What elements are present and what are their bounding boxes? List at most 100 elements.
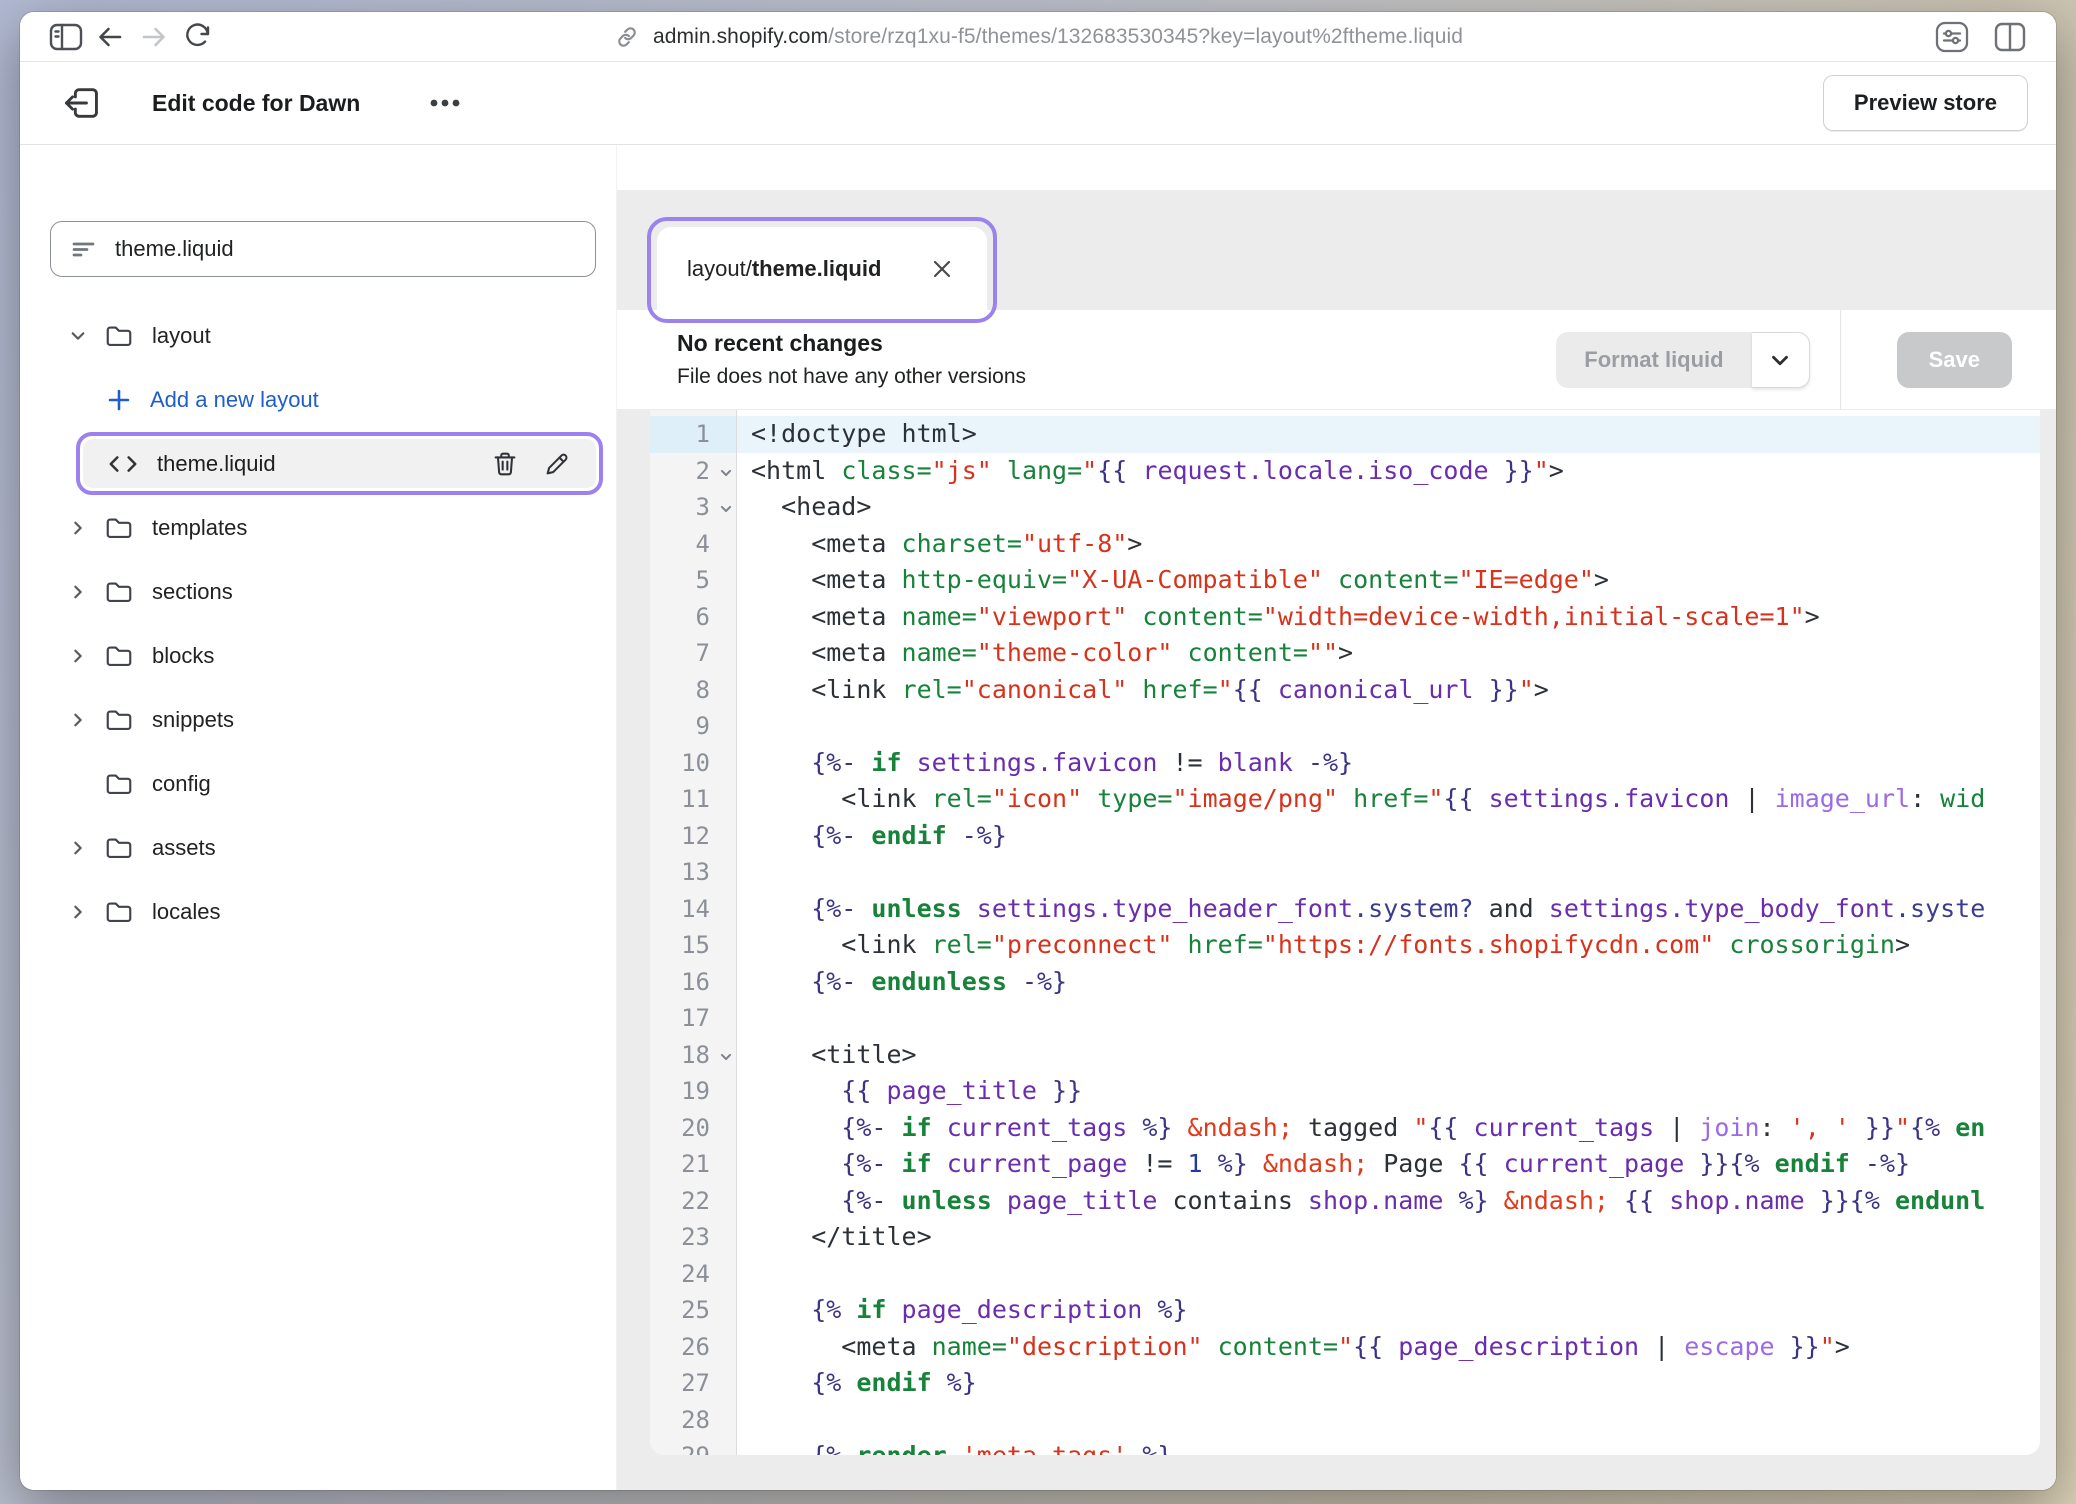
address-bar[interactable]: admin.shopify.com/store/rzq1xu-f5/themes… [20,12,2056,61]
code-line[interactable] [751,1000,2040,1037]
format-dropdown-arrow[interactable] [1752,332,1810,388]
code-line[interactable]: <title> [751,1037,2040,1074]
code-line[interactable]: {%- endif -%} [751,818,2040,855]
code-line[interactable]: {% if page_description %} [751,1292,2040,1329]
code-line[interactable]: <meta charset="utf-8"> [751,526,2040,563]
line-number: 18 [650,1037,736,1074]
line-number: 16 [650,964,736,1001]
page-settings-icon[interactable] [1930,17,1974,57]
code-line[interactable]: {% endif %} [751,1365,2040,1402]
sidebar-item-label: assets [152,835,216,861]
code-line[interactable]: <meta name="viewport" content="width=dev… [751,599,2040,636]
line-number: 19 [650,1073,736,1110]
plus-icon [106,387,132,413]
code-line[interactable]: {{ page_title }} [751,1073,2040,1110]
reload-icon[interactable] [176,17,220,57]
chevron-down-icon[interactable] [66,324,90,348]
chevron-right-icon[interactable] [66,900,90,924]
file-sidebar: layout Add a new layout theme.liquid [20,145,617,1490]
more-menu-button[interactable] [420,83,474,123]
sidebar-item-templates[interactable]: templates [50,503,596,552]
line-number: 8 [650,672,736,709]
chevron-right-icon[interactable] [66,836,90,860]
code-line[interactable] [751,1256,2040,1293]
code-line[interactable]: <html class="js" lang="{{ request.locale… [751,453,2040,490]
chevron-right-icon[interactable] [66,516,90,540]
url-path: /store/rzq1xu-f5/themes/132683530345?key… [828,25,1463,48]
code-line[interactable]: <meta name="theme-color" content=""> [751,635,2040,672]
file-name-label: theme.liquid [157,451,276,477]
code-line[interactable]: <link rel="canonical" href="{{ canonical… [751,672,2040,709]
exit-icon[interactable] [60,81,104,125]
code-line[interactable]: <meta http-equiv="X-UA-Compatible" conte… [751,562,2040,599]
add-layout-label: Add a new layout [150,387,319,413]
sidebar-item-locales[interactable]: locales [50,887,596,936]
code-line[interactable] [751,854,2040,891]
format-liquid-label[interactable]: Format liquid [1556,332,1751,388]
code-line[interactable]: {% render 'meta-tags' %} [751,1438,2040,1455]
filter-icon [69,234,99,264]
code-line[interactable]: {%- unless settings.type_header_font.sys… [751,891,2040,928]
back-icon[interactable] [88,17,132,57]
close-icon[interactable] [927,254,957,284]
code-line[interactable] [751,708,2040,745]
chevron-right-icon[interactable] [66,580,90,604]
fold-arrow-icon[interactable] [719,465,733,479]
code-line[interactable]: {%- if current_tags %} &ndash; tagged "{… [751,1110,2040,1147]
line-number: 20 [650,1110,736,1147]
editor-panel: layout/theme.liquid No recent changes Fi… [617,145,2056,1490]
code-line[interactable]: {%- if current_page != 1 %} &ndash; Page… [751,1146,2040,1183]
folder-icon [104,769,134,799]
tab-label: layout/theme.liquid [687,256,881,282]
line-number: 27 [650,1365,736,1402]
code-line[interactable]: </title> [751,1219,2040,1256]
line-number: 6 [650,599,736,636]
line-number: 15 [650,927,736,964]
fold-arrow-icon[interactable] [719,1049,733,1063]
rename-icon[interactable] [538,445,576,483]
add-new-layout-button[interactable]: Add a new layout [50,375,596,424]
sidebar-item-blocks[interactable]: blocks [50,631,596,680]
code-line[interactable]: <link rel="preconnect" href="https://fon… [751,927,2040,964]
code-line[interactable]: <head> [751,489,2040,526]
split-view-icon[interactable] [1988,17,2032,57]
line-number: 5 [650,562,736,599]
save-button[interactable]: Save [1897,332,2012,388]
chevron-right-icon[interactable] [66,708,90,732]
code-line[interactable]: <meta name="description" content="{{ pag… [751,1329,2040,1366]
code-line[interactable]: <!doctype html> [737,416,2040,453]
file-row-selected[interactable]: theme.liquid [83,439,596,488]
search-input[interactable] [115,236,577,262]
sidebar-item-snippets[interactable]: snippets [50,695,596,744]
code-line[interactable]: {%- if settings.favicon != blank -%} [751,745,2040,782]
code-line[interactable] [751,1402,2040,1439]
code-file-icon [107,450,139,478]
sidebar-item-sections[interactable]: sections [50,567,596,616]
preview-store-button[interactable]: Preview store [1823,75,2028,131]
format-liquid-button: Format liquid [1556,332,1809,388]
delete-icon[interactable] [486,445,524,483]
fold-arrow-icon[interactable] [719,502,733,516]
sidebar-item-label: sections [152,579,233,605]
line-number: 13 [650,854,736,891]
code-pane[interactable]: <!doctype html><html class="js" lang="{{… [737,410,2040,1455]
code-editor[interactable]: 1234567891011121314151617181920212223242… [650,410,2040,1455]
sidebar-item-theme-liquid[interactable]: theme.liquid [83,439,596,488]
code-line[interactable]: <link rel="icon" type="image/png" href="… [751,781,2040,818]
url-text[interactable]: admin.shopify.com/store/rzq1xu-f5/themes… [653,25,1463,49]
line-number: 12 [650,818,736,855]
sidebar-item-assets[interactable]: assets [50,823,596,872]
sidebar-item-config[interactable]: config [50,759,596,808]
page-title: Edit code for Dawn [152,90,360,117]
chevron-right-icon[interactable] [66,644,90,668]
folder-icon [104,321,134,351]
sidebar-item-layout[interactable]: layout [50,311,596,360]
code-line[interactable]: {%- unless page_title contains shop.name… [751,1183,2040,1220]
tab-theme-liquid[interactable]: layout/theme.liquid [657,227,987,310]
file-search[interactable] [50,221,596,277]
sidebar-toggle-icon[interactable] [44,17,88,57]
code-line[interactable]: {%- endunless -%} [751,964,2040,1001]
line-number: 17 [650,1000,736,1037]
line-number: 7 [650,635,736,672]
line-number: 4 [650,526,736,563]
